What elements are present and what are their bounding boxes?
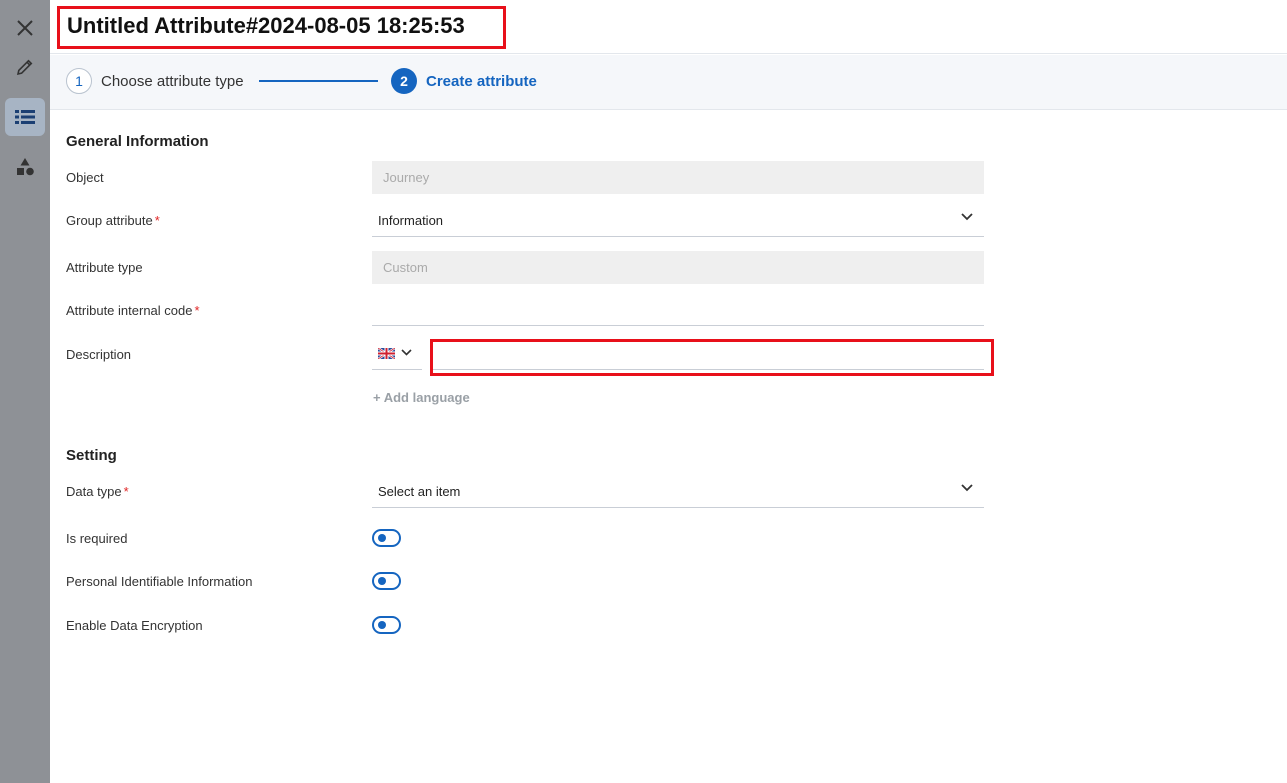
object-value: Journey (383, 170, 430, 185)
step-connector (259, 80, 378, 82)
pii-toggle[interactable] (372, 572, 401, 590)
chevron-down-icon (961, 213, 973, 221)
attribute-type-field: Custom (372, 251, 984, 284)
required-marker: * (123, 484, 129, 499)
attribute-type-label: Attribute type (66, 260, 143, 275)
title-highlight-box (57, 6, 506, 49)
pii-label: Personal Identifiable Information (66, 574, 253, 589)
toggle-knob (378, 534, 386, 542)
pencil-icon (16, 59, 33, 76)
uk-flag-icon (378, 348, 395, 359)
is-required-toggle[interactable] (372, 529, 401, 547)
shapes-button[interactable] (5, 148, 45, 186)
is-required-label: Is required (66, 531, 128, 546)
close-icon (17, 20, 33, 36)
setting-heading: Setting (66, 447, 117, 464)
object-label: Object (66, 170, 104, 185)
group-attribute-value: Information (378, 213, 444, 228)
general-information-heading: General Information (66, 133, 209, 150)
main-panel: Untitled Attribute#2024-08-05 18:25:53 1… (50, 0, 1287, 783)
toggle-knob (378, 621, 386, 629)
edit-button[interactable] (5, 48, 45, 86)
title-bar: Untitled Attribute#2024-08-05 18:25:53 (50, 0, 1287, 54)
step-1-label[interactable]: Choose attribute type (101, 73, 244, 90)
attributes-list-button[interactable] (5, 98, 45, 136)
data-type-value: Select an item (378, 484, 461, 499)
group-attribute-label: Group attribute * (66, 213, 160, 228)
toggle-knob (378, 577, 386, 585)
attribute-type-value: Custom (383, 260, 428, 275)
internal-code-label: Attribute internal code * (66, 303, 200, 318)
object-field: Journey (372, 161, 984, 194)
data-type-label: Data type * (66, 484, 129, 499)
description-label: Description (66, 347, 132, 362)
step-2-label[interactable]: Create attribute (426, 73, 537, 90)
description-highlight-box (430, 339, 994, 376)
language-select[interactable] (372, 337, 422, 370)
step-1-number[interactable]: 1 (66, 68, 92, 94)
chevron-down-icon (401, 349, 412, 356)
stepper: 1 Choose attribute type 2 Create attribu… (50, 55, 1287, 110)
encryption-label: Enable Data Encryption (66, 618, 203, 633)
data-type-select[interactable]: Select an item (372, 471, 984, 508)
required-marker: * (194, 303, 200, 318)
encryption-toggle[interactable] (372, 616, 401, 634)
internal-code-input[interactable] (372, 293, 984, 326)
chevron-down-icon (961, 484, 973, 492)
close-button[interactable] (5, 9, 45, 47)
group-attribute-select[interactable]: Information (372, 200, 984, 237)
step-2-number[interactable]: 2 (391, 68, 417, 94)
left-rail (0, 0, 50, 783)
add-language-link[interactable]: + Add language (373, 390, 470, 405)
shapes-icon (17, 158, 34, 176)
required-marker: * (154, 213, 160, 228)
list-icon (15, 110, 35, 124)
